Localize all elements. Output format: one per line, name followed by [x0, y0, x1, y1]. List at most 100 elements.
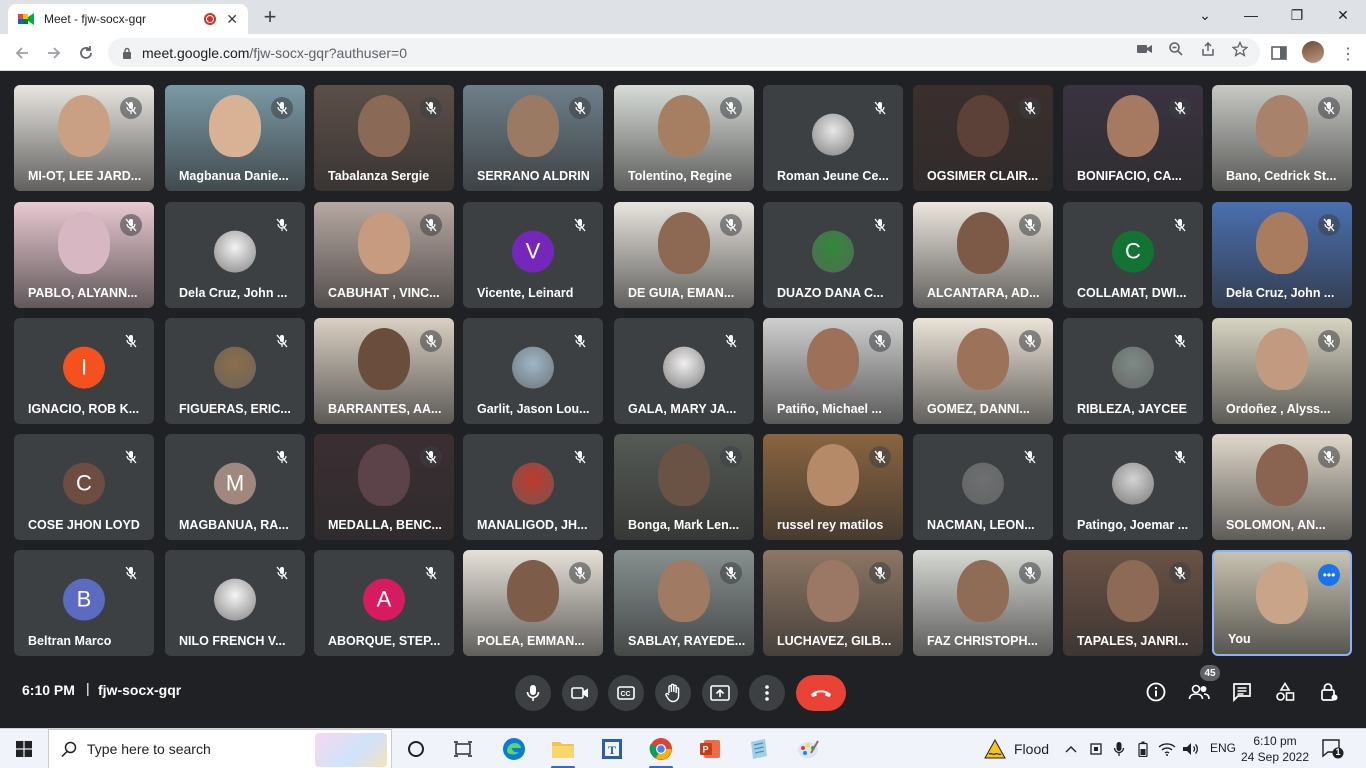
participant-tile[interactable]: POLEA, EMMAN... — [463, 550, 603, 656]
browser-menu-icon[interactable]: ⋮ — [1340, 44, 1356, 64]
profile-avatar[interactable] — [1302, 41, 1324, 63]
maximize-button[interactable]: ❐ — [1274, 0, 1320, 30]
file-explorer-app[interactable] — [547, 733, 579, 768]
notes-app[interactable] — [743, 733, 775, 765]
paint-app[interactable] — [792, 733, 824, 765]
activities-button[interactable] — [1272, 679, 1298, 705]
side-panel-icon[interactable] — [1270, 44, 1288, 62]
editor-app[interactable]: T — [596, 733, 628, 765]
participant-tile[interactable]: FAZ CHRISTOPH... — [913, 550, 1053, 656]
participant-tile[interactable]: M MAGBANUA, RA... — [165, 434, 305, 540]
participant-tile[interactable]: FIGUERAS, ERIC... — [165, 318, 305, 424]
share-icon[interactable] — [1199, 40, 1217, 58]
raise-hand-button[interactable] — [655, 675, 691, 711]
participant-tile[interactable]: SABLAY, RAYEDE... — [614, 550, 754, 656]
participant-tile[interactable]: ALCANTARA, AD... — [913, 202, 1053, 308]
bookmark-star-icon[interactable] — [1231, 40, 1249, 58]
participant-tile[interactable]: russel rey matilos — [763, 434, 903, 540]
participant-name: Tabalanza Sergie — [328, 169, 430, 183]
participant-tile[interactable]: DUAZO DANA C... — [763, 202, 903, 308]
participant-tile[interactable]: Tabalanza Sergie — [314, 85, 454, 191]
participant-tile[interactable]: GOMEZ, DANNI... — [913, 318, 1053, 424]
leave-call-button[interactable] — [796, 675, 846, 711]
new-tab-button[interactable]: + — [258, 4, 282, 29]
self-tile[interactable]: ••• You — [1212, 550, 1352, 656]
tab-close-icon[interactable]: ✕ — [226, 11, 238, 28]
system-clock[interactable]: 6:10 pm 24 Sep 2022 — [1240, 733, 1310, 765]
participant-tile[interactable]: Bonga, Mark Len... — [614, 434, 754, 540]
participant-tile[interactable]: MI-OT, LEE JARD... — [14, 85, 154, 191]
participant-tile[interactable]: MANALIGOD, JH... — [463, 434, 603, 540]
participant-tile[interactable]: TAPALES, JANRI... — [1063, 550, 1203, 656]
tile-more-options-icon[interactable]: ••• — [1318, 564, 1340, 586]
taskbar-search[interactable]: Type here to search — [48, 729, 392, 768]
battery-icon[interactable] — [1134, 739, 1152, 759]
microphone-button[interactable] — [515, 675, 551, 711]
participant-tile[interactable]: A ABORQUE, STEP... — [314, 550, 454, 656]
back-button[interactable] — [10, 41, 34, 65]
close-window-button[interactable]: ✕ — [1320, 0, 1366, 30]
present-screen-button[interactable] — [702, 675, 738, 711]
more-options-button[interactable] — [749, 675, 785, 711]
volume-icon[interactable] — [1182, 739, 1200, 759]
notification-center-button[interactable]: 1 — [1322, 739, 1344, 759]
participant-tile[interactable]: OGSIMER CLAIR... — [913, 85, 1053, 191]
tab-search-dropdown-icon[interactable]: ⌄ — [1182, 0, 1228, 30]
weather-widget[interactable]: Flood — [984, 737, 1049, 761]
participant-tile[interactable]: BARRANTES, AA... — [314, 318, 454, 424]
participant-name: PABLO, ALYANN... — [28, 286, 138, 300]
camera-in-use-icon[interactable] — [1136, 40, 1154, 58]
participant-tile[interactable]: Bano, Cedrick St... — [1212, 85, 1352, 191]
participant-tile[interactable]: I IGNACIO, ROB K... — [14, 318, 154, 424]
start-button[interactable] — [0, 729, 48, 768]
powerpoint-app[interactable]: P — [694, 733, 726, 765]
edge-app[interactable] — [498, 733, 530, 765]
participant-tile[interactable]: Magbanua Danie... — [165, 85, 305, 191]
camera-button[interactable] — [562, 675, 598, 711]
participant-tile[interactable]: BONIFACIO, CA... — [1063, 85, 1203, 191]
zoom-icon[interactable] — [1167, 40, 1185, 58]
participant-tile[interactable]: B Beltran Marco — [14, 550, 154, 656]
participant-tile[interactable]: Patingo, Joemar ... — [1063, 434, 1203, 540]
participant-tile[interactable]: Garlit, Jason Lou... — [463, 318, 603, 424]
wifi-icon[interactable] — [1158, 739, 1176, 759]
participant-tile[interactable]: NACMAN, LEON... — [913, 434, 1053, 540]
task-view-button[interactable] — [447, 733, 479, 765]
minimize-button[interactable]: — — [1228, 0, 1274, 30]
participant-tile[interactable]: SERRANO ALDRIN — [463, 85, 603, 191]
participant-tile[interactable]: PABLO, ALYANN... — [14, 202, 154, 308]
participant-tile[interactable]: V Vicente, Leinard — [463, 202, 603, 308]
participant-tile[interactable]: Dela Cruz, John ... — [165, 202, 305, 308]
reload-button[interactable] — [74, 41, 98, 65]
participant-tile[interactable]: C COSE JHON LOYD — [14, 434, 154, 540]
chrome-app[interactable] — [645, 733, 677, 768]
participant-name: You — [1228, 632, 1251, 646]
participant-tile[interactable]: C COLLAMAT, DWI... — [1063, 202, 1203, 308]
input-language[interactable]: ENG — [1210, 741, 1236, 755]
participant-tile[interactable]: Roman Jeune Ce... — [763, 85, 903, 191]
host-controls-button[interactable] — [1316, 679, 1342, 705]
participant-tile[interactable]: GALA, MARY JA... — [614, 318, 754, 424]
cortana-button[interactable] — [400, 733, 432, 765]
tray-app-icon[interactable] — [1087, 739, 1105, 759]
participant-tile[interactable]: DE GUIA, EMAN... — [614, 202, 754, 308]
participant-tile[interactable]: Patiño, Michael ... — [763, 318, 903, 424]
meeting-details-button[interactable] — [1143, 679, 1169, 705]
participant-tile[interactable]: Dela Cruz, John ... — [1212, 202, 1352, 308]
microphone-tray-icon[interactable] — [1110, 739, 1128, 759]
participant-tile[interactable]: RIBLEZA, JAYCEE — [1063, 318, 1203, 424]
participant-tile[interactable]: SOLOMON, AN... — [1212, 434, 1352, 540]
participant-tile[interactable]: MEDALLA, BENC... — [314, 434, 454, 540]
chat-button[interactable] — [1229, 679, 1255, 705]
participant-tile[interactable]: LUCHAVEZ, GILB... — [763, 550, 903, 656]
participant-tile[interactable]: CABUHAT , VINC... — [314, 202, 454, 308]
forward-button[interactable] — [42, 41, 66, 65]
captions-button[interactable]: CC — [608, 675, 644, 711]
people-button[interactable] — [1186, 679, 1212, 705]
tab-meet[interactable]: Meet - fjw-socx-gqr ✕ — [8, 4, 248, 34]
address-bar[interactable]: meet.google.com/fjw-socx-gqr?authuser=0 — [108, 38, 1260, 67]
participant-tile[interactable]: Tolentino, Regine — [614, 85, 754, 191]
participant-tile[interactable]: NILO FRENCH V... — [165, 550, 305, 656]
participant-tile[interactable]: Ordoñez , Alyss... — [1212, 318, 1352, 424]
tray-chevron-icon[interactable] — [1062, 739, 1080, 759]
